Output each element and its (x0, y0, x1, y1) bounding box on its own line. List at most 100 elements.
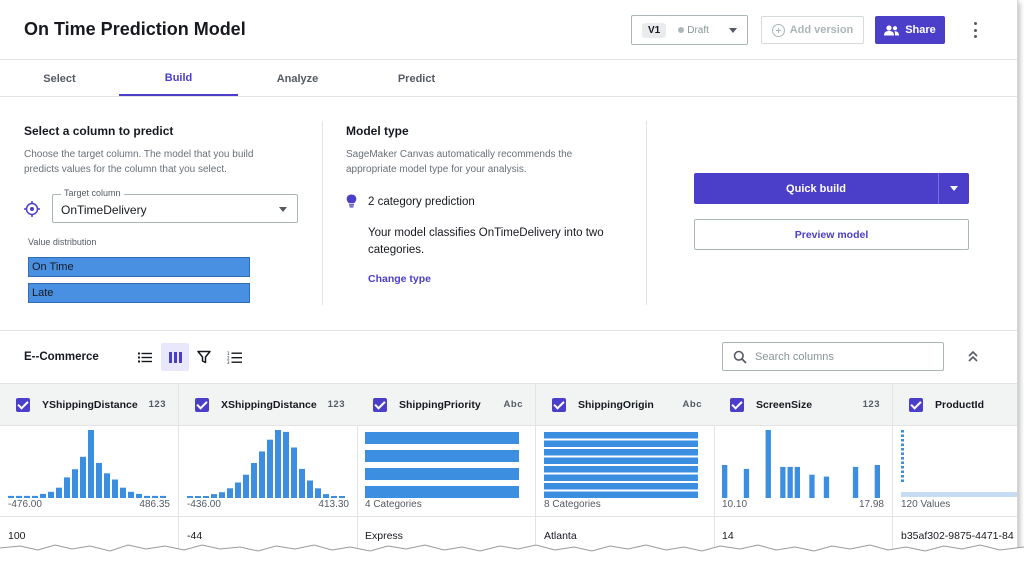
column-summary-left: 4 Categories (365, 499, 422, 510)
column-summary-right: 486.35 (139, 499, 170, 510)
list-view-icon[interactable] (131, 343, 159, 371)
target-column-select[interactable]: Target column OnTimeDelivery (52, 188, 298, 223)
value-tick (901, 439, 904, 442)
prediction-explanation-line2: categories. (368, 244, 425, 256)
change-type-link[interactable]: Change type (368, 273, 431, 285)
share-button[interactable]: Share (875, 16, 945, 44)
histogram-bar (323, 494, 329, 498)
quick-build-button[interactable]: Quick build (694, 173, 969, 204)
column-grid: YShippingDistance 123 -476.00 486.35 100 XShi… (0, 383, 1017, 554)
column-checkbox[interactable] (373, 398, 387, 412)
add-version-button[interactable]: Add version (761, 16, 864, 44)
version-select[interactable]: V1 Draft (631, 15, 748, 45)
histogram-bar (211, 494, 217, 498)
column-name: ProductId (935, 399, 984, 411)
histogram-bar (743, 468, 750, 498)
tab-predict[interactable]: Predict (357, 61, 476, 96)
column-summary-left: -476.00 (8, 499, 42, 510)
preview-model-button[interactable]: Preview model (694, 219, 969, 250)
histogram-bar (160, 495, 166, 498)
histogram-bar (48, 491, 54, 498)
column-summary-left: 120 Values (901, 499, 951, 510)
value-distribution-label: Value distribution (28, 237, 97, 247)
column-distribution-chart (722, 430, 880, 498)
histogram-bar (275, 430, 281, 498)
column-header: XShippingDistance 123 (179, 384, 357, 426)
histogram-bar (874, 465, 880, 498)
category-bar (365, 432, 519, 444)
histogram-bar (823, 476, 830, 498)
category-bar (544, 483, 698, 490)
column-header: ShippingPriority Abc (357, 384, 535, 426)
column-header: YShippingDistance 123 (0, 384, 178, 426)
grid-view-icon[interactable] (161, 343, 189, 371)
value-tick (901, 443, 904, 446)
chevron-down-icon[interactable] (950, 186, 958, 191)
target-heading: Select a column to predict (24, 124, 174, 138)
column-card: YShippingDistance 123 -476.00 486.35 100 (0, 384, 179, 554)
tab-select[interactable]: Select (0, 61, 119, 96)
column-checkbox[interactable] (909, 398, 923, 412)
target-column-value: OnTimeDelivery (61, 203, 147, 217)
histogram-bar (72, 469, 78, 498)
more-options-icon[interactable] (969, 20, 981, 40)
row-divider (179, 516, 357, 517)
histogram-bar (136, 493, 142, 498)
filter-icon[interactable] (190, 343, 218, 371)
column-checkbox[interactable] (195, 398, 209, 412)
column-card: XShippingDistance 123 -436.00 413.30 -44 (179, 384, 358, 554)
tab-build[interactable]: Build (119, 61, 238, 96)
value-tick (901, 479, 904, 482)
panel-divider (646, 121, 647, 305)
histogram-bar (852, 466, 859, 498)
collapse-icon[interactable] (966, 349, 980, 363)
torn-edge (0, 544, 1024, 567)
value-tick (901, 434, 904, 437)
column-name: YShippingDistance (42, 399, 138, 411)
category-bar (365, 450, 519, 462)
ordered-list-icon[interactable]: 123 (220, 343, 248, 371)
column-card: ShippingOrigin Abc 8 Categories Atlanta (536, 384, 715, 554)
canvas-build-page: On Time Prediction Model V1 Draft Add ve… (0, 0, 1018, 556)
histogram-bar (144, 495, 150, 498)
column-checkbox[interactable] (730, 398, 744, 412)
column-checkbox[interactable] (16, 398, 30, 412)
histogram-bar (339, 496, 345, 498)
histogram-bar (331, 496, 337, 498)
build-panel: Select a column to predict Choose the ta… (0, 97, 1017, 331)
tab-analyze[interactable]: Analyze (238, 61, 357, 96)
column-header: ScreenSize 123 (714, 384, 892, 426)
column-name: ScreenSize (756, 399, 813, 411)
column-checkbox[interactable] (552, 398, 566, 412)
model-type-description-line2: appropriate model type for your analysis… (346, 164, 527, 175)
histogram-bar (203, 496, 209, 498)
row-divider (536, 516, 714, 517)
histogram-bar (104, 473, 110, 498)
target-icon (24, 201, 40, 217)
search-columns-input[interactable] (755, 349, 935, 365)
histogram-bar (227, 488, 233, 498)
category-bar (544, 449, 698, 456)
column-card: ProductId 120 Values b35af302-9875-4471-84 (893, 384, 1017, 554)
histogram-bar (722, 465, 728, 498)
column-name: ShippingPriority (399, 399, 481, 411)
search-columns-box[interactable] (722, 342, 944, 371)
histogram-bar (80, 456, 86, 498)
histogram-bar (765, 430, 771, 498)
histogram-bar (243, 474, 249, 498)
add-version-label: Add version (789, 24, 854, 36)
histogram-bar (235, 482, 241, 498)
histogram-bar (128, 491, 134, 498)
column-type-badge: 123 (327, 399, 345, 410)
value-tick (901, 466, 904, 469)
histogram-bar (307, 480, 313, 498)
row-divider (0, 516, 178, 517)
distribution-bar: On Time (28, 257, 250, 277)
distribution-bar: Late (28, 283, 250, 303)
page-title: On Time Prediction Model (24, 19, 246, 39)
target-description-line2: predicts values for the column that you … (24, 164, 227, 175)
column-type-badge: 123 (148, 399, 166, 410)
histogram-bar (152, 495, 158, 498)
plus-circle-icon (771, 23, 785, 37)
histogram-bar (56, 487, 62, 498)
